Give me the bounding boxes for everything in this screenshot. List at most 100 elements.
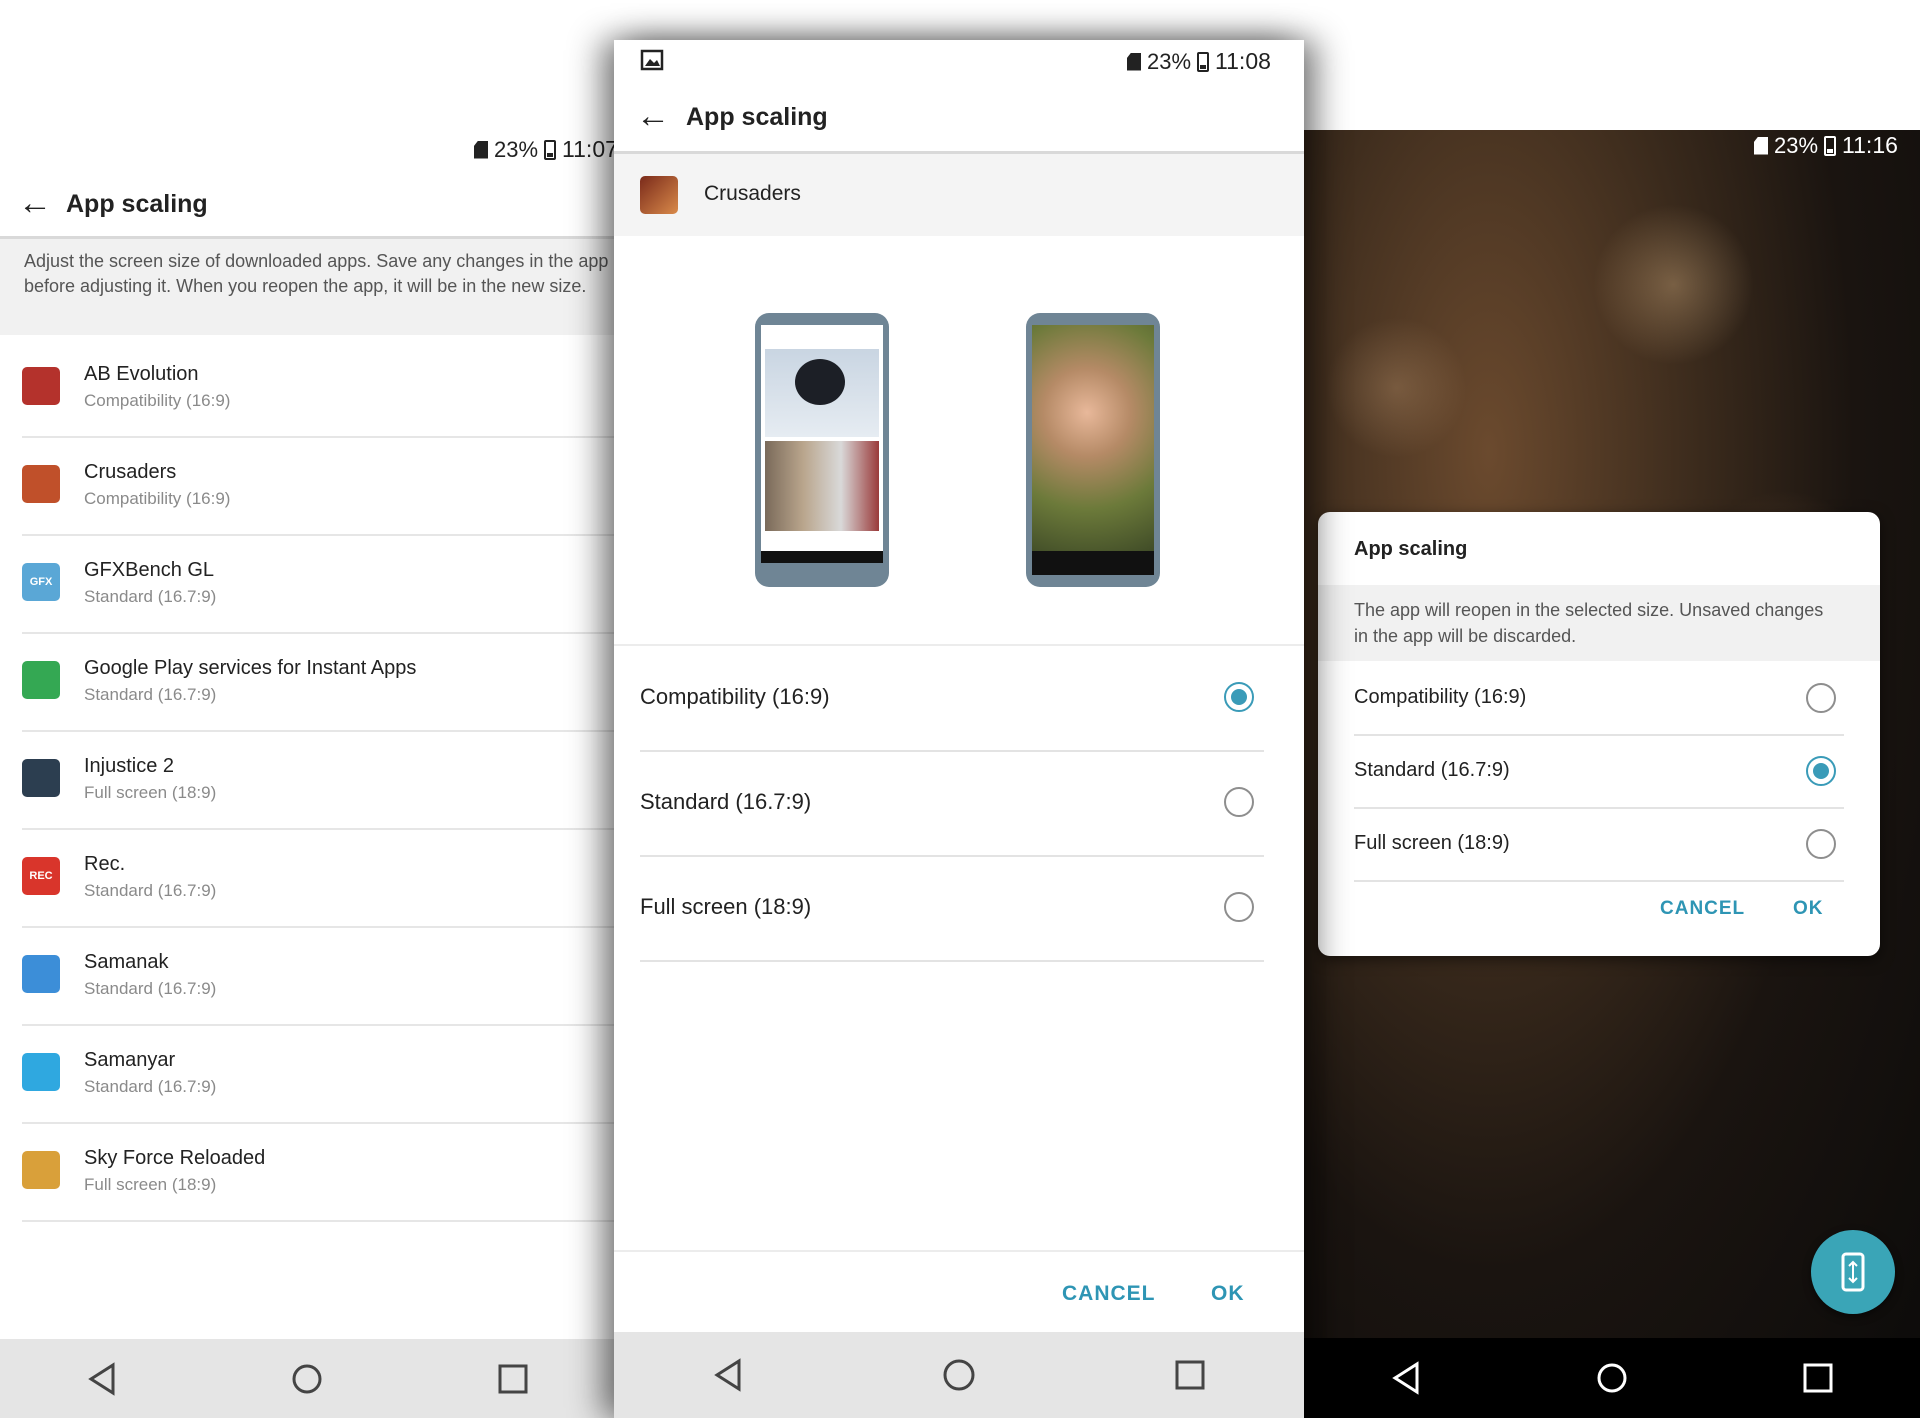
nav-back-icon[interactable]: [713, 1358, 743, 1392]
app-list-item[interactable]: Samanak Standard (16.7:9): [22, 927, 615, 1026]
back-arrow-icon[interactable]: ←: [636, 99, 670, 133]
battery-icon: [1824, 135, 1837, 156]
sim-icon: [1127, 52, 1141, 71]
app-icon: [22, 955, 60, 993]
toolbar: ← App scaling: [614, 85, 1304, 154]
sim-icon: [1754, 136, 1768, 155]
radio-button[interactable]: [1806, 683, 1836, 713]
app-name: AB Evolution: [84, 363, 199, 385]
option-label: Compatibility (16:9): [1354, 686, 1527, 708]
right-screen: 23% 11:16 App scaling The app will reope…: [1304, 130, 1920, 1418]
app-scaling-mode: Standard (16.7:9): [84, 1077, 217, 1096]
app-scaling-mode: Compatibility (16:9): [84, 391, 231, 410]
nav-bar: [614, 1332, 1304, 1418]
app-name: Samanyar: [84, 1049, 176, 1071]
app-icon: REC: [22, 857, 60, 895]
battery-percent: 23%: [1774, 132, 1819, 158]
app-icon: [22, 759, 60, 797]
battery-percent: 23%: [1147, 48, 1192, 74]
app-icon: [22, 1053, 60, 1091]
dialog-message: The app will reopen in the selected size…: [1354, 600, 1824, 646]
app-list-item[interactable]: GFX GFXBench GL Standard (16.7:9): [22, 535, 615, 634]
dialog-scaling-option[interactable]: Standard (16.7:9): [1354, 735, 1844, 809]
status-bar: 23% 11:08: [614, 40, 1304, 80]
dialog-ok-button[interactable]: OK: [1793, 898, 1824, 920]
image-notification-icon: [640, 49, 664, 71]
left-screen: 23% 11:07 ← App scaling Adjust the scree…: [0, 0, 618, 1418]
dialog-message-banner: The app will reopen in the selected size…: [1318, 585, 1880, 661]
app-list-item[interactable]: Sky Force Reloaded Full screen (18:9): [22, 1123, 615, 1222]
app-icon: [22, 367, 60, 405]
app-name: Injustice 2: [84, 755, 175, 777]
preview-image-girl: [1032, 325, 1154, 575]
app-scaling-mode: Full screen (18:9): [84, 783, 217, 802]
back-arrow-icon[interactable]: ←: [18, 186, 52, 220]
cancel-button[interactable]: CANCEL: [1062, 1282, 1156, 1306]
phone-preview-fullscreen: [1026, 313, 1160, 587]
nav-home-icon[interactable]: [291, 1363, 323, 1395]
nav-home-icon[interactable]: [1596, 1362, 1628, 1394]
app-list-item[interactable]: REC Rec. Standard (16.7:9): [22, 829, 615, 928]
battery-percent: 23%: [494, 136, 539, 162]
toolbar: ← App scaling: [0, 174, 615, 239]
app-name: GFXBench GL: [84, 559, 215, 581]
app-icon: [22, 661, 60, 699]
description-banner: Adjust the screen size of downloaded app…: [0, 239, 615, 335]
app-scaling-mode: Standard (16.7:9): [84, 587, 217, 606]
app-icon: [22, 1151, 60, 1189]
app-name: Sky Force Reloaded: [84, 1147, 266, 1169]
ok-button[interactable]: OK: [1211, 1282, 1245, 1306]
app-icon-text: REC: [29, 870, 53, 882]
radio-button[interactable]: [1224, 892, 1254, 922]
nav-home-icon[interactable]: [942, 1358, 976, 1392]
app-name: Google Play services for Instant Apps: [84, 657, 417, 679]
app-list-item[interactable]: Samanyar Standard (16.7:9): [22, 1025, 615, 1124]
sim-icon: [474, 140, 488, 159]
nav-back-icon[interactable]: [1391, 1361, 1421, 1395]
middle-screen: 23% 11:08 ← App scaling Crusaders Compat…: [614, 40, 1304, 1418]
app-icon-text: GFX: [29, 576, 53, 588]
nav-back-icon[interactable]: [87, 1361, 117, 1396]
status-bar: 23% 11:16: [1754, 132, 1898, 159]
radio-button[interactable]: [1224, 682, 1254, 712]
clock: 11:07: [562, 136, 618, 162]
battery-icon: [544, 139, 557, 160]
dialog-cancel-button[interactable]: CANCEL: [1660, 898, 1745, 920]
nav-recents-icon[interactable]: [1803, 1363, 1833, 1393]
app-scaling-mode: Compatibility (16:9): [84, 489, 231, 508]
crusaders-app-icon: [640, 176, 678, 214]
app-list-item[interactable]: Crusaders Compatibility (16:9): [22, 437, 615, 536]
floating-action-button[interactable]: [1811, 1230, 1895, 1314]
preview-image-grid: [765, 441, 879, 531]
selected-app-name: Crusaders: [704, 182, 801, 205]
app-scaling-mode: Standard (16.7:9): [84, 685, 217, 704]
nav-recents-icon[interactable]: [498, 1364, 528, 1394]
option-label: Full screen (18:9): [1354, 832, 1510, 854]
app-list-item[interactable]: Google Play services for Instant Apps Sta…: [22, 633, 615, 732]
radio-button[interactable]: [1806, 829, 1836, 859]
app-name: Rec.: [84, 853, 126, 875]
phone-preview-compatibility: [755, 313, 889, 587]
battery-icon: [1197, 51, 1210, 72]
app-scaling-dialog: App scaling The app will reopen in the s…: [1318, 512, 1880, 956]
app-icon: GFX: [22, 563, 60, 601]
option-label: Standard (16.7:9): [1354, 759, 1510, 781]
scaling-option[interactable]: Compatibility (16:9): [640, 646, 1264, 752]
option-label: Standard (16.7:9): [640, 789, 812, 814]
dialog-scaling-option[interactable]: Compatibility (16:9): [1354, 662, 1844, 736]
radio-button[interactable]: [1806, 756, 1836, 786]
nav-recents-icon[interactable]: [1175, 1360, 1205, 1390]
status-bar: 23% 11:07: [474, 136, 618, 163]
screen-resize-icon: [1841, 1252, 1865, 1292]
dialog-title: App scaling: [1354, 538, 1468, 560]
app-icon: [22, 465, 60, 503]
app-scaling-mode: Standard (16.7:9): [84, 979, 217, 998]
dialog-scaling-option[interactable]: Full screen (18:9): [1354, 808, 1844, 882]
app-list-item[interactable]: Injustice 2 Full screen (18:9): [22, 731, 615, 830]
app-list-item[interactable]: AB Evolution Compatibility (16:9): [22, 339, 615, 438]
app-scaling-mode: Standard (16.7:9): [84, 881, 217, 900]
scaling-option[interactable]: Standard (16.7:9): [640, 751, 1264, 857]
radio-button[interactable]: [1224, 787, 1254, 817]
page-title: App scaling: [66, 190, 208, 218]
scaling-option[interactable]: Full screen (18:9): [640, 856, 1264, 962]
